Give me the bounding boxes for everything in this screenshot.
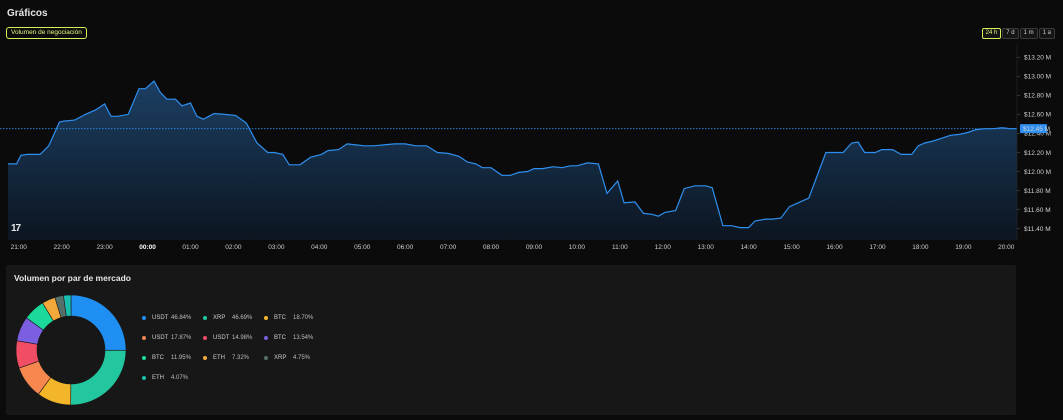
x-axis-label: 22:00 bbox=[54, 244, 71, 251]
x-axis-label: 23:00 bbox=[96, 244, 113, 251]
x-axis-label: 00:00 bbox=[139, 244, 156, 251]
x-axis-label: 19:00 bbox=[955, 244, 972, 251]
legend-item[interactable]: BTC 11.95% bbox=[142, 355, 191, 361]
legend-percent: 46.69% bbox=[232, 315, 253, 321]
current-value-label: $12.45 M bbox=[1023, 126, 1050, 133]
legend-percent: 13.54% bbox=[293, 335, 314, 341]
legend-color-dot bbox=[142, 376, 146, 380]
range-button-24h[interactable]: 24 h bbox=[981, 28, 1002, 39]
range-button-1m[interactable]: 1 m bbox=[1019, 28, 1038, 39]
legend-label: BTC bbox=[274, 335, 286, 341]
legend-percent: 4.07% bbox=[171, 375, 189, 381]
legend-color-dot bbox=[203, 356, 207, 360]
legend-item[interactable]: XRP 46.69% bbox=[203, 315, 252, 321]
x-axis: 21:00 22:00 23:00 00:00 01:00 02:00 03:00 04:00… bbox=[11, 244, 1015, 251]
x-axis-label: 20:00 bbox=[998, 244, 1015, 251]
legend-label: ETH bbox=[213, 355, 225, 361]
legend-item[interactable]: BTC 18.70% bbox=[264, 315, 313, 321]
tradingview-logo[interactable]: 17 bbox=[11, 223, 21, 234]
legend-color-dot bbox=[264, 316, 268, 320]
legend-item[interactable]: ETH 7.32% bbox=[203, 355, 249, 361]
y-axis-label: $13.00 M bbox=[1024, 74, 1051, 81]
x-axis-label: 10:00 bbox=[569, 244, 586, 251]
volume-area-chart[interactable]: $13.20 M$13.00 M$12.80 M$12.60 M$12.40 M… bbox=[0, 44, 1063, 256]
x-axis-label: 07:00 bbox=[440, 244, 457, 251]
legend-label: BTC bbox=[152, 355, 164, 361]
x-axis-label: 17:00 bbox=[869, 244, 886, 251]
legend-percent: 18.70% bbox=[293, 315, 314, 321]
x-axis-label: 06:00 bbox=[397, 244, 414, 251]
legend-label: XRP bbox=[213, 315, 226, 321]
legend-percent: 7.32% bbox=[232, 355, 250, 361]
market-pair-donut-chart[interactable] bbox=[14, 293, 128, 407]
x-axis-label: 01:00 bbox=[182, 244, 199, 251]
legend-label: XRP bbox=[274, 355, 287, 361]
x-axis-label: 09:00 bbox=[526, 244, 543, 251]
metric-selector-button[interactable]: Volumen de negociación bbox=[6, 27, 87, 39]
time-range-selector: 24 h 7 d 1 m 1 a bbox=[981, 28, 1055, 39]
x-axis-label: 14:00 bbox=[741, 244, 758, 251]
legend-label: ETH bbox=[152, 375, 164, 381]
legend-color-dot bbox=[203, 336, 207, 340]
donut-slice-xrp[interactable] bbox=[70, 349, 127, 406]
legend-color-dot bbox=[203, 316, 207, 320]
legend-label: USDT bbox=[152, 335, 169, 341]
x-axis-label: 02:00 bbox=[225, 244, 242, 251]
legend-percent: 11.95% bbox=[171, 355, 191, 361]
legend-percent: 46.84% bbox=[171, 315, 192, 321]
legend-item[interactable]: USDT 46.84% bbox=[142, 315, 191, 321]
x-axis-label: 08:00 bbox=[483, 244, 500, 251]
market-pair-panel: Volumen por par de mercado USDT 46.84% XRP… bbox=[6, 265, 1016, 415]
legend-label: USDT bbox=[152, 315, 169, 321]
x-axis-label: 18:00 bbox=[912, 244, 929, 251]
y-axis-label: $12.00 M bbox=[1024, 169, 1051, 176]
market-pair-title: Volumen por par de mercado bbox=[14, 273, 131, 283]
legend-color-dot bbox=[142, 356, 146, 360]
volume-area-fill bbox=[8, 81, 1017, 240]
y-axis-label: $12.60 M bbox=[1024, 112, 1051, 119]
x-axis-label: 16:00 bbox=[826, 244, 843, 251]
range-button-1y[interactable]: 1 a bbox=[1038, 28, 1055, 39]
range-button-7d[interactable]: 7 d bbox=[1002, 28, 1019, 39]
legend-item[interactable]: XRP 4.75% bbox=[264, 355, 310, 361]
legend-color-dot bbox=[142, 336, 146, 340]
y-axis-label: $12.80 M bbox=[1024, 93, 1051, 100]
legend-color-dot bbox=[264, 336, 268, 340]
y-axis-label: $13.20 M bbox=[1024, 55, 1051, 62]
legend-percent: 17.87% bbox=[171, 335, 192, 341]
y-axis-label: $11.60 M bbox=[1024, 207, 1051, 214]
y-axis-label: $11.40 M bbox=[1024, 226, 1051, 233]
legend-percent: 14.98% bbox=[232, 335, 253, 341]
y-axis-label: $12.20 M bbox=[1024, 150, 1051, 157]
x-axis-label: 12:00 bbox=[655, 244, 672, 251]
legend-label: BTC bbox=[274, 315, 286, 321]
page-title: Gráficos bbox=[7, 8, 48, 19]
legend-percent: 4.75% bbox=[293, 355, 311, 361]
x-axis-label: 03:00 bbox=[268, 244, 285, 251]
donut-slice-usdt[interactable] bbox=[70, 294, 127, 351]
y-axis: $13.20 M$13.00 M$12.80 M$12.60 M$12.40 M… bbox=[1016, 44, 1051, 240]
x-axis-label: 11:00 bbox=[612, 244, 628, 251]
legend-item[interactable]: BTC 13.54% bbox=[264, 335, 313, 341]
current-value-badge: $12.45 M bbox=[1020, 124, 1050, 134]
legend-color-dot bbox=[142, 316, 146, 320]
legend-color-dot bbox=[264, 356, 268, 360]
legend-item[interactable]: USDT 17.87% bbox=[142, 335, 191, 341]
x-axis-label: 15:00 bbox=[783, 244, 800, 251]
x-axis-label: 13:00 bbox=[698, 244, 715, 251]
x-axis-label: 05:00 bbox=[354, 244, 371, 251]
legend-label: USDT bbox=[213, 335, 230, 341]
y-axis-label: $11.80 M bbox=[1024, 188, 1051, 195]
legend-item[interactable]: ETH 4.07% bbox=[142, 375, 188, 381]
legend-item[interactable]: USDT 14.98% bbox=[203, 335, 252, 341]
x-axis-label: 04:00 bbox=[311, 244, 328, 251]
x-axis-label: 21:00 bbox=[11, 244, 28, 251]
